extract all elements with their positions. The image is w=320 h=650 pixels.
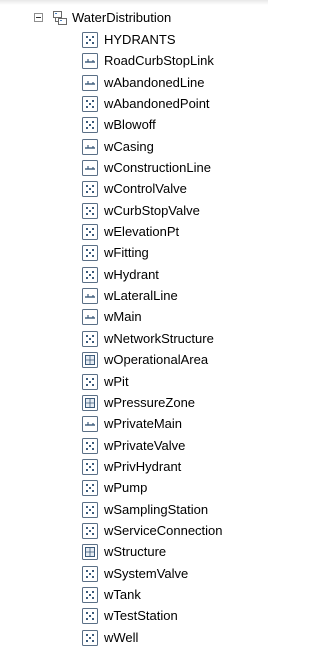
point-feature-class-icon [82,608,98,625]
tree-item-label: wElevationPt [104,224,180,240]
tree-item[interactable]: wLateralLine [0,285,268,306]
feature-dataset-icon [53,11,67,25]
point-feature-class-icon [82,266,98,283]
line-feature-class-icon [82,416,98,433]
tree-node-waterdistribution[interactable]: WaterDistribution [0,7,268,29]
point-feature-class-icon [82,522,98,539]
line-feature-class-icon [82,53,98,70]
tree-item-label: wMain [104,309,142,325]
line-feature-class-icon [82,309,98,326]
tree-item-label: wPrivateValve [104,437,186,453]
tree-item-label: wTank [104,586,141,602]
line-feature-class-icon [82,160,98,177]
tree-item-label: wSamplingStation [104,501,209,517]
tree-item[interactable]: wCasing [0,136,268,157]
point-feature-class-icon [82,629,98,646]
catalog-tree: WaterDistribution HYDRANTS RoadCurbStopLi… [0,7,268,648]
line-feature-class-icon [82,138,98,155]
tree-item[interactable]: wServiceConnection [0,520,268,541]
tree-item[interactable]: wPump [0,477,268,498]
tree-item[interactable]: RoadCurbStopLink [0,50,268,71]
tree-item-label: wCasing [104,138,154,154]
tree-item[interactable]: wPressureZone [0,392,268,413]
tree-item[interactable]: HYDRANTS [0,29,268,50]
tree-item-label: wPrivHydrant [104,458,182,474]
tree-node-label: WaterDistribution [72,10,172,25]
tree-item[interactable]: wFitting [0,242,268,263]
tree-item[interactable]: wPrivateMain [0,413,268,434]
point-feature-class-icon [82,330,98,347]
collapse-icon[interactable] [34,13,43,22]
scrolled-edge [0,0,268,5]
tree-item[interactable]: wBlowoff [0,114,268,135]
tree-item-label: RoadCurbStopLink [104,53,214,69]
point-feature-class-icon [82,458,98,475]
tree-item[interactable]: wSamplingStation [0,499,268,520]
tree-item-label: wControlValve [104,181,187,197]
point-feature-class-icon [82,480,98,497]
tree-item[interactable]: wOperationalArea [0,349,268,370]
tree-item-label: wPressureZone [104,394,196,410]
tree-item-label: wOperationalArea [104,352,209,368]
tree-item-label: wTestStation [104,608,178,624]
tree-item[interactable]: wControlValve [0,178,268,199]
polygon-feature-class-icon [82,352,98,369]
tree-item-label: wPit [104,373,129,389]
line-feature-class-icon [82,74,98,91]
tree-item-label: wNetworkStructure [104,330,214,346]
point-feature-class-icon [82,437,98,454]
point-feature-class-icon [82,202,98,219]
tree-item-label: wPump [104,480,148,496]
tree-item-label: wLateralLine [104,288,178,304]
tree-item[interactable]: wElevationPt [0,221,268,242]
point-feature-class-icon [82,32,98,48]
tree-item[interactable]: wTank [0,584,268,605]
line-feature-class-icon [82,288,98,305]
point-feature-class-icon [82,373,98,390]
tree-item-label: wFitting [104,245,149,261]
tree-item[interactable]: wStructure [0,541,268,562]
tree-item-label: wBlowoff [104,117,156,133]
tree-item-label: wHydrant [104,266,159,282]
tree-item-label: wPrivateMain [104,416,183,432]
point-feature-class-icon [82,224,98,241]
tree-item[interactable]: wCurbStopValve [0,200,268,221]
tree-item[interactable]: wWell [0,627,268,648]
point-feature-class-icon [82,565,98,582]
tree-item[interactable]: wHydrant [0,264,268,285]
tree-item-label: HYDRANTS [104,32,176,47]
tree-item[interactable]: wAbandonedPoint [0,93,268,114]
point-feature-class-icon [82,181,98,198]
tree-item[interactable]: wConstructionLine [0,157,268,178]
tree-item-label: wAbandonedPoint [104,96,210,112]
feature-class-list: HYDRANTS RoadCurbStopLink wAbandonedLine wA… [0,29,268,648]
tree-item-label: wServiceConnection [104,522,223,538]
point-feature-class-icon [82,245,98,262]
polygon-feature-class-icon [82,394,98,411]
point-feature-class-icon [82,586,98,603]
point-feature-class-icon [82,501,98,518]
tree-item[interactable]: wNetworkStructure [0,328,268,349]
tree-item-label: wAbandonedLine [104,74,205,90]
tree-item[interactable]: wMain [0,306,268,327]
tree-item[interactable]: wPrivHydrant [0,456,268,477]
tree-item-label: wSystemValve [104,565,189,581]
tree-item-label: wCurbStopValve [104,202,200,218]
tree-item[interactable]: wSystemValve [0,563,268,584]
tree-item[interactable]: wPrivateValve [0,435,268,456]
tree-item-label: wStructure [104,544,167,560]
point-feature-class-icon [82,96,98,113]
tree-item[interactable]: wPit [0,371,268,392]
tree-item[interactable]: wTestStation [0,605,268,626]
tree-item[interactable]: wAbandonedLine [0,72,268,93]
polygon-feature-class-icon [82,544,98,561]
tree-item-label: wWell [104,629,139,645]
tree-item-label: wConstructionLine [104,160,211,176]
point-feature-class-icon [82,117,98,134]
